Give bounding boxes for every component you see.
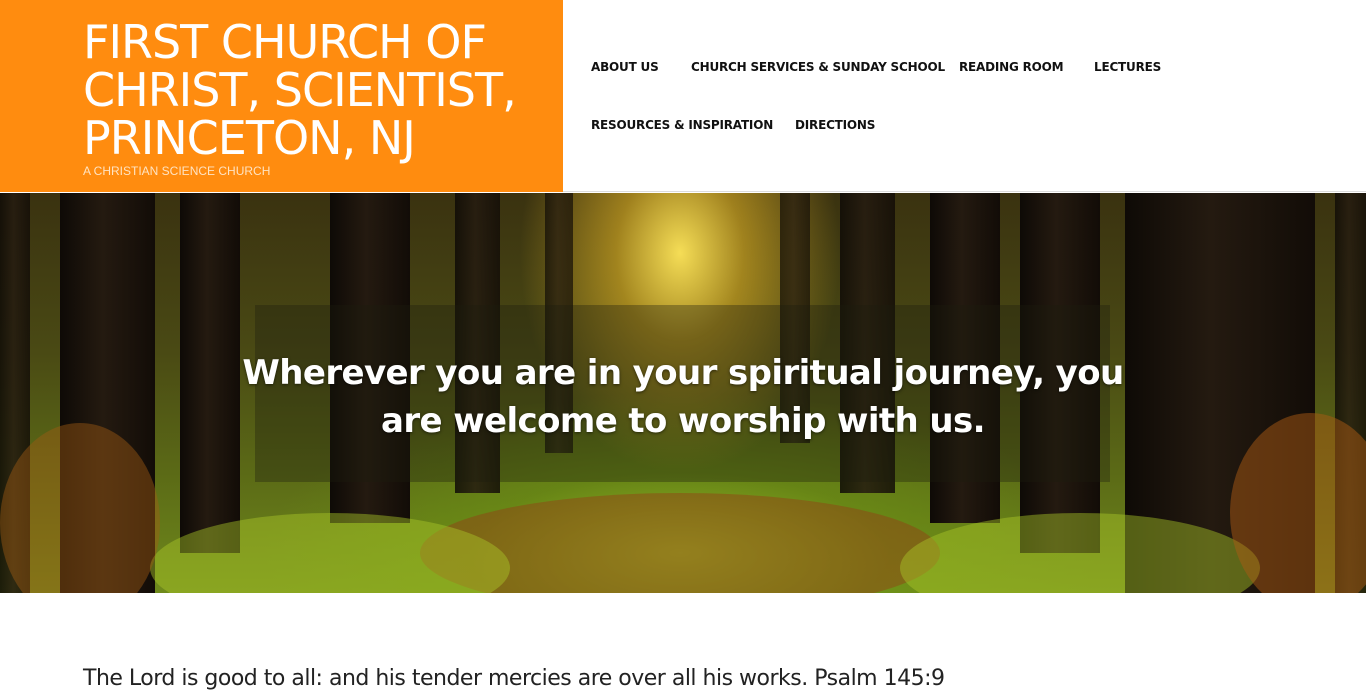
site-tagline: A CHRISTIAN SCIENCE CHURCH [83, 164, 271, 178]
hero-welcome-text: Wherever you are in your spiritual journ… [242, 353, 1124, 441]
nav-reading-room[interactable]: READING ROOM [959, 60, 1064, 74]
hero-banner: Wherever you are in your spiritual journ… [0, 193, 1366, 593]
nav-lectures[interactable]: LECTURES [1094, 60, 1161, 74]
nav-church-services-sunday-school[interactable]: CHURCH SERVICES & SUNDAY SCHOOL [691, 60, 945, 74]
main-navigation: ABOUT US CHURCH SERVICES & SUNDAY SCHOOL… [591, 0, 1351, 192]
site-title[interactable]: FIRST CHURCH OF CHRIST, SCIENTIST, PRINC… [83, 18, 553, 162]
nav-directions[interactable]: DIRECTIONS [795, 118, 875, 132]
scripture-verse: The Lord is good to all: and his tender … [83, 666, 945, 691]
site-branding[interactable]: FIRST CHURCH OF CHRIST, SCIENTIST, PRINC… [0, 0, 563, 192]
site-header: FIRST CHURCH OF CHRIST, SCIENTIST, PRINC… [0, 0, 1366, 192]
nav-about-us[interactable]: ABOUT US [591, 60, 659, 74]
nav-resources-inspiration[interactable]: RESOURCES & INSPIRATION [591, 118, 773, 132]
